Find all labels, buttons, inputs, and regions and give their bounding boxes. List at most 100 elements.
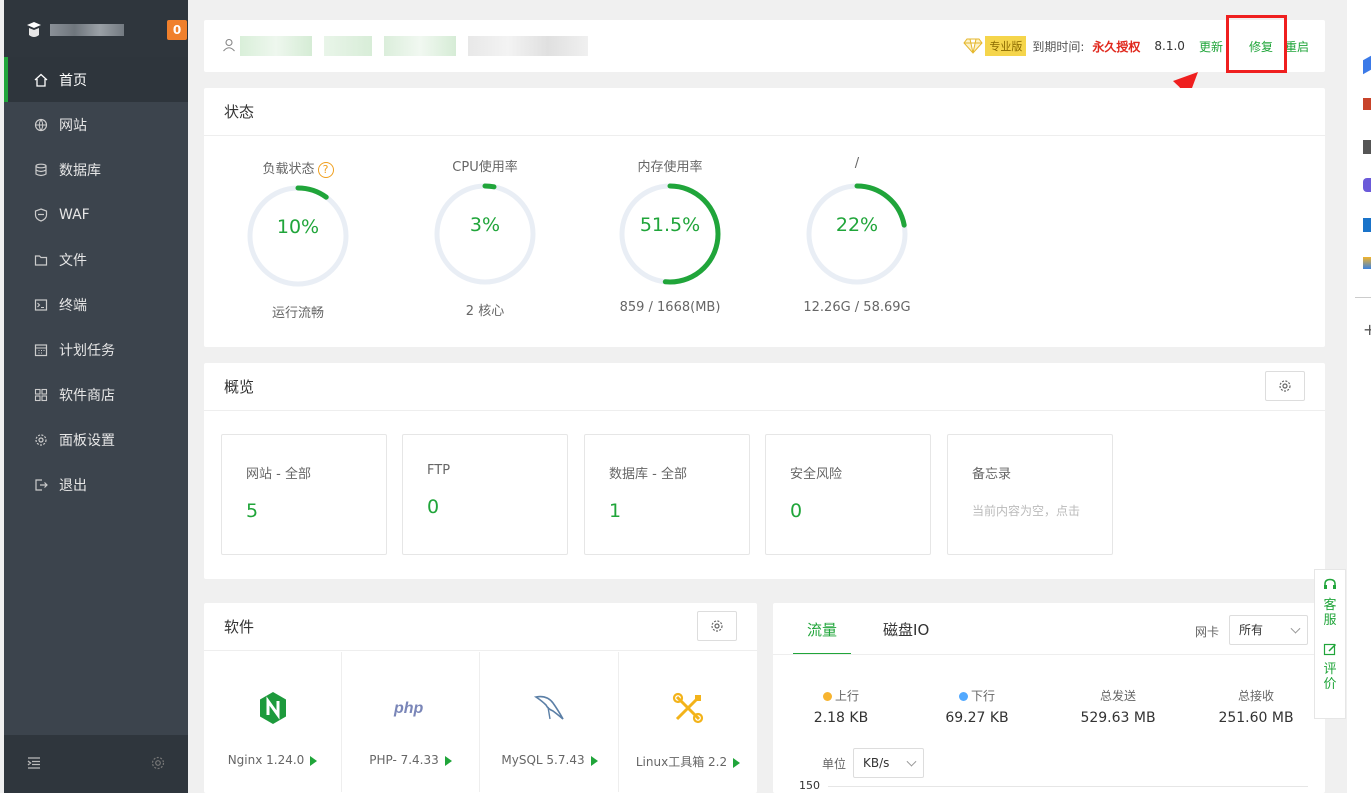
edition-label: 专业版 (985, 36, 1027, 56)
gear-icon (711, 620, 723, 632)
customer-service-button[interactable]: 客服 (1315, 570, 1345, 628)
gauge-2[interactable]: 内存使用率 51.5% 859 / 1668(MB) (600, 156, 740, 315)
sidebar-item-settings[interactable]: 面板设置 (4, 417, 188, 462)
card-label: 安全风险 (790, 467, 843, 482)
unit-label: 单位 (822, 757, 847, 771)
sidebar-item-waf[interactable]: WAF (4, 192, 188, 237)
overview-settings-button[interactable] (1265, 371, 1305, 401)
sidebar-item-label: 文件 (59, 252, 87, 269)
play-icon[interactable] (310, 755, 318, 766)
gauge-0[interactable]: 负载状态? 10% 运行流畅 (228, 158, 368, 321)
review-button[interactable]: 评价 (1315, 628, 1345, 692)
stat-label: 总发送 (1099, 689, 1136, 703)
chevron-down-icon (906, 756, 917, 767)
software-name: PHP- 7.4.33 (369, 753, 439, 767)
stat-value: 69.27 KB (945, 710, 1009, 726)
stat-total-received: 总接收 251.60 MB (1191, 687, 1321, 726)
sidebar-settings-icon[interactable] (150, 755, 166, 771)
card-value[interactable]: 0 (790, 500, 930, 522)
extension-icon[interactable] (1363, 55, 1371, 75)
card-value[interactable]: 0 (427, 496, 567, 518)
software-item-mysql[interactable]: MySQL 5.7.43 (481, 652, 619, 792)
nic-select-value: 所有 (1239, 623, 1264, 637)
gauge-title: 内存使用率 (637, 160, 703, 175)
software-item-php[interactable]: php PHP- 7.4.33 (342, 652, 480, 792)
restart-link[interactable]: 重启 (1285, 38, 1309, 55)
extension-icon[interactable] (1363, 98, 1371, 110)
logout-icon (34, 478, 48, 492)
play-icon[interactable] (444, 755, 452, 766)
mysql-icon (481, 688, 618, 728)
card-label: 网站 - 全部 (246, 467, 311, 482)
software-item-toolbox[interactable]: Linux工具箱 2.2 (619, 652, 757, 792)
software-settings-button[interactable] (697, 611, 737, 641)
version-text: 8.1.0 (1154, 39, 1185, 53)
sidebar-footer (4, 735, 188, 793)
folder-icon (34, 253, 48, 267)
shield-icon (34, 207, 48, 222)
help-icon[interactable]: ? (317, 162, 334, 178)
unit-select[interactable]: KB/s (853, 748, 924, 778)
gauge-1[interactable]: CPU使用率 3% 2 核心 (415, 156, 555, 319)
overview-card-memo[interactable]: 备忘录 当前内容为空，点击 (947, 434, 1113, 555)
software-item-nginx[interactable]: Nginx 1.24.0 (204, 652, 342, 792)
sidebar-item-logout[interactable]: 退出 (4, 462, 188, 507)
overview-card-databases[interactable]: 数据库 - 全部 1 (584, 434, 750, 555)
sidebar-item-cron[interactable]: 计划任务 (4, 327, 188, 372)
sidebar-item-website[interactable]: 网站 (4, 102, 188, 147)
card-value[interactable]: 5 (246, 500, 386, 522)
memo-text[interactable]: 当前内容为空，点击 (972, 502, 1092, 519)
browser-side-toolbar: + (1347, 0, 1371, 793)
gauge-value: 10% (276, 216, 320, 238)
sidebar-item-store[interactable]: 软件商店 (4, 372, 188, 417)
extension-icon[interactable] (1363, 257, 1371, 269)
database-icon (34, 163, 48, 177)
server-info-redacted (324, 36, 372, 56)
overview-card-websites[interactable]: 网站 - 全部 5 (221, 434, 387, 555)
extension-icon[interactable] (1363, 218, 1371, 232)
overview-title: 概览 (204, 363, 1325, 411)
overview-card-ftp[interactable]: FTP 0 (402, 434, 568, 555)
sidebar-item-label: 首页 (59, 72, 87, 89)
sidebar-item-terminal[interactable]: 终端 (4, 282, 188, 327)
stat-upload: 上行 2.18 KB (776, 687, 906, 726)
php-icon: php (342, 688, 479, 728)
edit-icon (1323, 643, 1337, 656)
message-badge[interactable]: 0 (167, 20, 187, 40)
tools-icon (619, 688, 757, 728)
play-icon[interactable] (590, 755, 598, 766)
software-panel: 软件 Nginx 1.24.0 php PHP- 7.4.33 MySQL 5.… (204, 603, 757, 793)
extension-icon[interactable] (1363, 178, 1371, 192)
user-icon (223, 38, 235, 52)
sidebar-item-files[interactable]: 文件 (4, 237, 188, 282)
card-value[interactable]: 1 (609, 500, 749, 522)
nic-label: 网卡 (1195, 625, 1220, 639)
expire-label: 到期时间: (1032, 39, 1085, 54)
server-info-redacted (468, 36, 588, 56)
sidebar-item-home[interactable]: 首页 (4, 57, 188, 102)
tab-disk-io[interactable]: 磁盘IO (869, 603, 943, 655)
sidebar-item-database[interactable]: 数据库 (4, 147, 188, 192)
stat-label: 总接收 (1237, 689, 1274, 703)
nic-select[interactable]: 所有 (1229, 615, 1308, 645)
gauge-subtitle: 12.26G / 58.69G (803, 300, 911, 315)
review-label: 评价 (1323, 662, 1337, 692)
extension-icon[interactable] (1363, 140, 1371, 154)
overview-card-security[interactable]: 安全风险 0 (765, 434, 931, 555)
gear-icon (1279, 380, 1291, 392)
tabs-divider (773, 654, 1325, 655)
tab-traffic[interactable]: 流量 (793, 603, 852, 655)
card-label: 数据库 - 全部 (609, 467, 687, 482)
collapse-menu-icon[interactable] (26, 755, 42, 771)
unit-select-value: KB/s (863, 756, 890, 770)
play-icon[interactable] (733, 757, 741, 768)
update-link[interactable]: 更新 (1199, 38, 1223, 55)
add-extension-icon[interactable]: + (1363, 320, 1371, 339)
expire-value: 永久授权 (1092, 39, 1141, 54)
sidebar-item-label: 软件商店 (59, 387, 115, 404)
software-name: MySQL 5.7.43 (501, 753, 585, 767)
overview-panel: 概览 网站 - 全部 5 FTP 0 数据库 - 全部 1 安全风险 0 备忘录… (204, 363, 1325, 579)
service-label: 客服 (1323, 598, 1337, 628)
gauge-3[interactable]: / 22% 12.26G / 58.69G (787, 156, 927, 315)
stat-label: 下行 (970, 689, 995, 703)
